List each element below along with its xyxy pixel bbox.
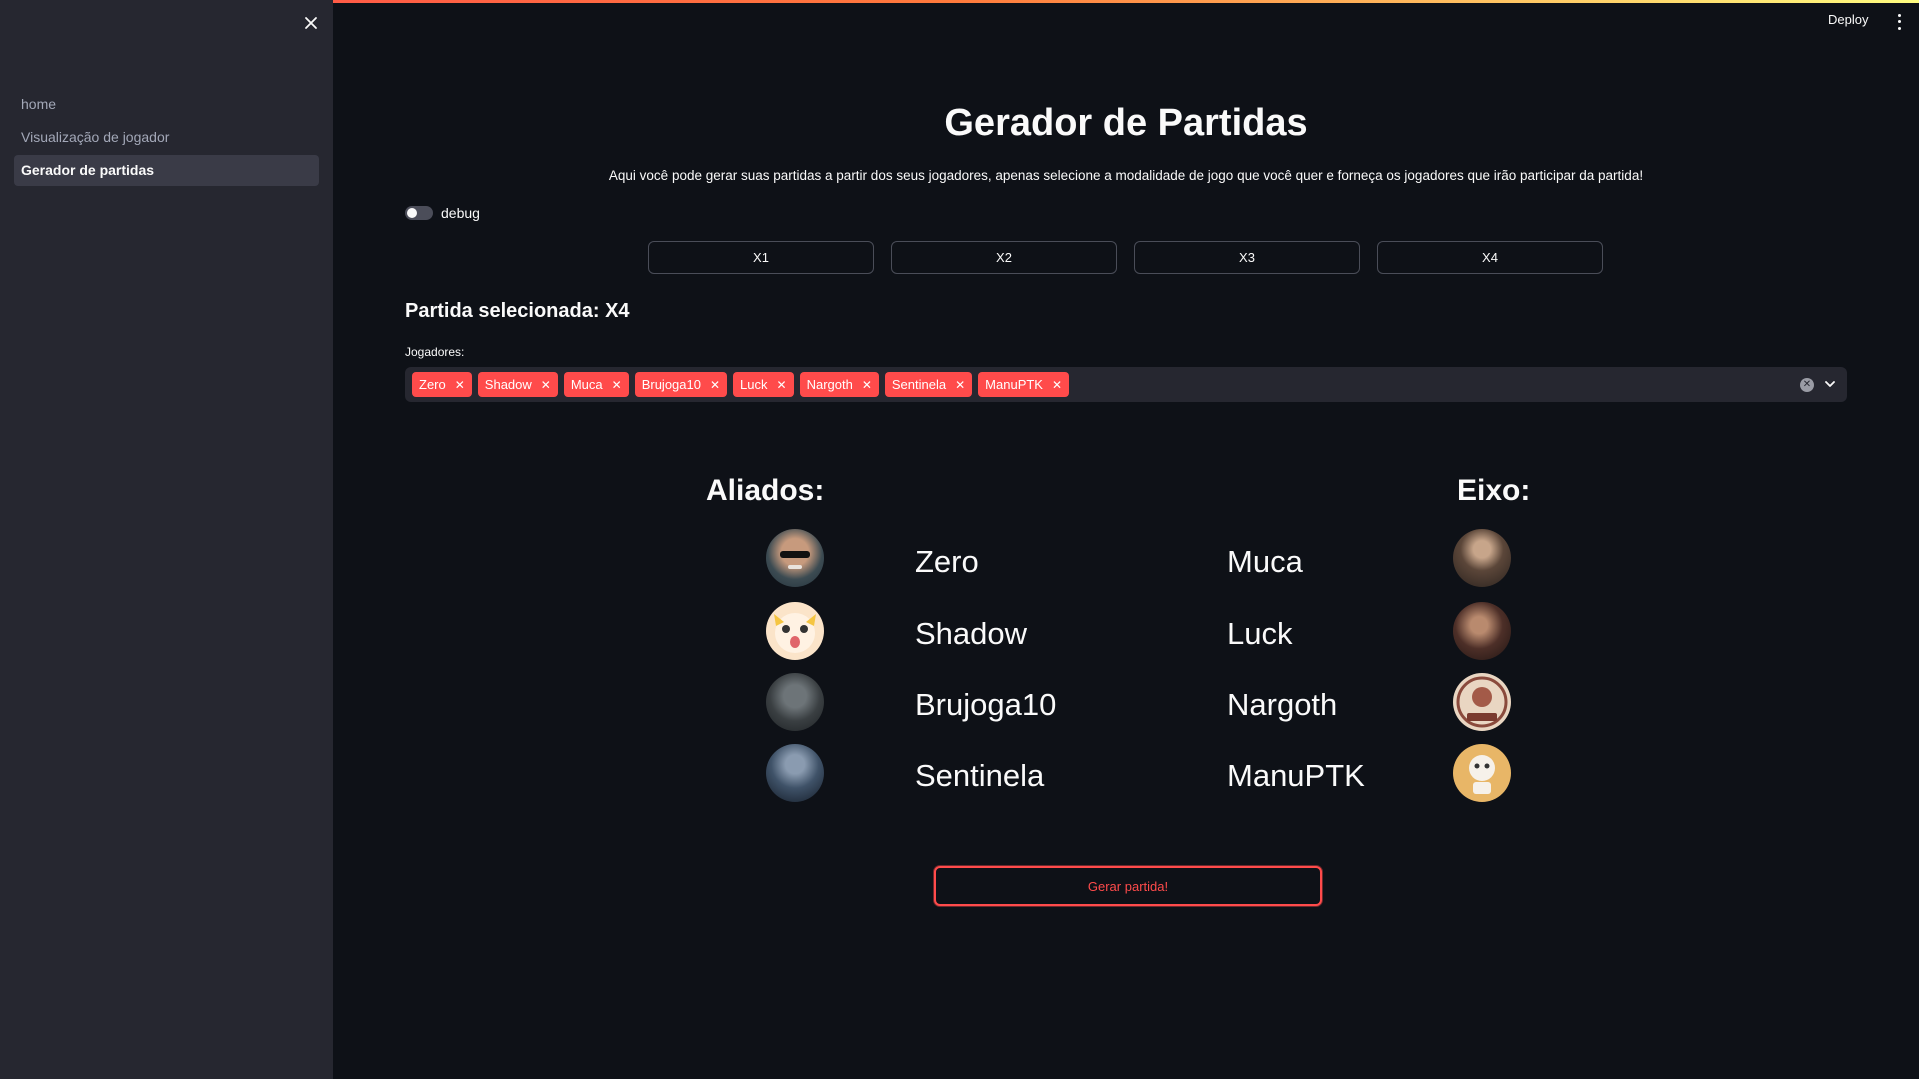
selected-mode-heading: Partida selecionada: X4 xyxy=(405,300,630,322)
clear-all-icon[interactable]: ✕ xyxy=(1800,378,1814,392)
chevron-down-icon[interactable] xyxy=(1823,377,1837,391)
eixo-player-name: ManuPTK xyxy=(1227,758,1365,793)
avatar xyxy=(766,673,824,731)
close-icon xyxy=(305,17,317,29)
sidebar-nav: home Visualização de jogador Gerador de … xyxy=(14,89,319,188)
eixo-player-name: Nargoth xyxy=(1227,687,1338,722)
avatar xyxy=(1453,602,1511,660)
sidebar-item-visualizacao-jogador[interactable]: Visualização de jogador xyxy=(14,122,319,153)
mode-x1-button[interactable]: X1 xyxy=(648,241,874,274)
debug-label: debug xyxy=(441,205,480,221)
gerar-partida-button[interactable]: Gerar partida! xyxy=(934,866,1322,906)
remove-tag-icon[interactable]: ✕ xyxy=(862,378,872,392)
eixo-player-name: Luck xyxy=(1227,616,1293,651)
remove-tag-icon[interactable]: ✕ xyxy=(455,378,465,392)
aliados-heading: Aliados: xyxy=(706,474,825,507)
avatar xyxy=(766,744,824,802)
mode-x4-button[interactable]: X4 xyxy=(1377,241,1603,274)
close-sidebar-button[interactable] xyxy=(300,12,322,34)
player-tag: Sentinela ✕ xyxy=(884,372,973,397)
sidebar-item-gerador-partidas[interactable]: Gerador de partidas xyxy=(14,155,319,186)
remove-tag-icon[interactable]: ✕ xyxy=(612,378,622,392)
eixo-heading: Eixo: xyxy=(1457,474,1531,507)
sidebar: home Visualização de jogador Gerador de … xyxy=(0,0,333,1079)
avatar xyxy=(766,529,824,587)
jogadores-label: Jogadores: xyxy=(405,345,465,359)
player-tag: Zero ✕ xyxy=(412,372,472,397)
mode-x2-button[interactable]: X2 xyxy=(891,241,1117,274)
remove-tag-icon[interactable]: ✕ xyxy=(777,378,787,392)
toggle-switch[interactable] xyxy=(405,206,433,220)
remove-tag-icon[interactable]: ✕ xyxy=(710,378,720,392)
remove-tag-icon[interactable]: ✕ xyxy=(1052,378,1062,392)
page-title: Gerador de Partidas xyxy=(944,102,1308,144)
aliado-player-name: Brujoga10 xyxy=(915,687,1057,722)
debug-toggle[interactable]: debug xyxy=(405,205,480,221)
aliado-player-name: Sentinela xyxy=(915,758,1045,793)
aliado-player-name: Zero xyxy=(915,544,979,579)
avatar xyxy=(1453,673,1511,731)
player-tag: Shadow ✕ xyxy=(477,372,558,397)
deploy-button[interactable]: Deploy xyxy=(1828,12,1868,27)
avatar xyxy=(1453,529,1511,587)
avatar xyxy=(766,602,824,660)
player-tag: Luck ✕ xyxy=(733,372,794,397)
player-tag: ManuPTK ✕ xyxy=(978,372,1070,397)
avatar xyxy=(1453,744,1511,802)
aliado-player-name: Shadow xyxy=(915,616,1028,651)
more-vertical-icon xyxy=(1897,13,1901,17)
mode-x3-button[interactable]: X3 xyxy=(1134,241,1360,274)
eixo-player-name: Muca xyxy=(1227,544,1303,579)
main-menu-button[interactable] xyxy=(1893,12,1905,32)
player-tag: Nargoth ✕ xyxy=(799,372,879,397)
page-subtitle: Aqui você pode gerar suas partidas a par… xyxy=(608,168,1644,183)
players-multiselect[interactable]: Zero ✕ Shadow ✕ Muca ✕ Brujoga10 ✕ Luck ✕ Nar… xyxy=(405,367,1847,402)
player-tag: Brujoga10 ✕ xyxy=(634,372,728,397)
player-tag: Muca ✕ xyxy=(563,372,629,397)
remove-tag-icon[interactable]: ✕ xyxy=(955,378,965,392)
sidebar-item-home[interactable]: home xyxy=(14,89,319,120)
selected-tags: Zero ✕ Shadow ✕ Muca ✕ Brujoga10 ✕ Luck ✕ Nar… xyxy=(412,372,1070,397)
remove-tag-icon[interactable]: ✕ xyxy=(541,378,551,392)
